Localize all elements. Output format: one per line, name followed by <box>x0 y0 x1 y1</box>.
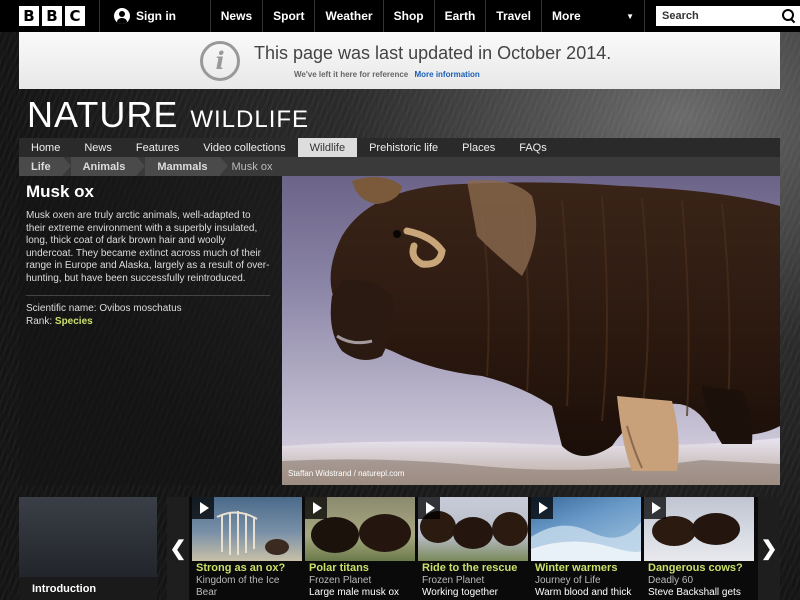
video-card[interactable]: Strong as an ox? Kingdom of the Ice Bear <box>192 497 302 600</box>
info-icon: i <box>200 40 240 81</box>
nav-more-dropdown[interactable]: More ▼ <box>542 0 645 32</box>
tab-features[interactable]: Features <box>124 138 191 157</box>
introduction-card[interactable]: Introduction <box>19 497 157 600</box>
notice-subtext: We've left it here for reference More in… <box>294 70 611 79</box>
video-card[interactable]: Winter warmers Journey of Life Warm bloo… <box>531 497 641 600</box>
tab-prehistoric-life[interactable]: Prehistoric life <box>357 138 450 157</box>
introduction-thumbnail <box>19 497 157 577</box>
breadcrumb-mammals[interactable]: Mammals <box>145 157 228 176</box>
play-icon <box>644 497 666 519</box>
breadcrumb-current: Musk ox <box>231 160 273 173</box>
nav-travel[interactable]: Travel <box>486 0 542 32</box>
rank-link[interactable]: Species <box>55 316 93 327</box>
tab-wildlife[interactable]: Wildlife <box>297 138 358 157</box>
video-title: Polar titans <box>309 562 369 574</box>
hero-image-musk-ox: Staffan Widstrand / naturepl.com <box>282 176 780 485</box>
video-programme: Kingdom of the Ice Bear <box>196 575 280 598</box>
video-description: Steve Backshall gets <box>648 587 741 598</box>
rank-label: Rank: <box>26 316 53 327</box>
nav-shop[interactable]: Shop <box>384 0 435 32</box>
video-programme: Frozen Planet <box>422 575 485 586</box>
more-label: More <box>552 9 581 23</box>
logo-letter: C <box>65 6 85 26</box>
nav-earth[interactable]: Earth <box>435 0 487 32</box>
signin-button[interactable]: Sign in <box>99 0 211 32</box>
search-input[interactable] <box>662 10 782 22</box>
video-title: Dangerous cows? <box>648 562 743 574</box>
scientific-name-row: Scientific name: Ovibos moschatus <box>26 302 282 315</box>
signin-label: Sign in <box>136 9 176 23</box>
search-icon[interactable] <box>782 9 796 23</box>
tab-faqs[interactable]: FAQs <box>507 138 559 157</box>
caret-down-icon: ▼ <box>626 11 634 21</box>
carousel-next-button[interactable]: ❯ <box>758 497 780 600</box>
video-title: Ride to the rescue <box>422 562 518 574</box>
tab-news[interactable]: News <box>72 138 124 157</box>
scientific-name: Ovibos moschatus <box>99 303 182 314</box>
bbc-masthead: B B C Sign in News Sport Weather Shop Ea… <box>0 0 800 32</box>
chevron-left-icon: ❮ <box>169 538 187 560</box>
video-description: Working together <box>422 587 498 598</box>
notice-subtext-label: We've left it here for reference <box>294 69 409 79</box>
play-icon <box>192 497 214 519</box>
photo-credit: Staffan Widstrand / naturepl.com <box>288 469 405 478</box>
video-programme: Frozen Planet <box>309 575 372 586</box>
species-title: Musk ox <box>26 182 95 201</box>
nav-sport[interactable]: Sport <box>263 0 316 32</box>
archive-notice: i This page was last updated in October … <box>19 32 780 89</box>
breadcrumb-life[interactable]: Life <box>19 157 71 176</box>
introduction-label: Introduction <box>32 583 97 595</box>
video-title: Winter warmers <box>535 562 618 574</box>
site-title-wildlife: WILDLIFE <box>190 106 310 133</box>
bbc-logo[interactable]: B B C <box>19 6 85 26</box>
video-title: Strong as an ox? <box>196 562 286 574</box>
video-description: Warm blood and thick <box>535 587 632 598</box>
video-description: Large male musk ox <box>309 587 400 598</box>
notice-title: This page was last updated in October 20… <box>254 42 612 63</box>
video-card[interactable]: Ride to the rescue Frozen Planet Working… <box>418 497 528 600</box>
site-title-nature: NATURE <box>27 94 179 135</box>
search-box <box>656 6 800 26</box>
nav-weather[interactable]: Weather <box>315 0 384 32</box>
breadcrumb: Life Animals Mammals Musk ox <box>19 157 780 176</box>
carousel-prev-button[interactable]: ❮ <box>167 497 189 600</box>
video-card[interactable]: Polar titans Frozen Planet Large male mu… <box>305 497 415 600</box>
musk-ox-illustration <box>282 177 780 485</box>
play-icon <box>305 497 327 519</box>
video-card[interactable]: Dangerous cows? Deadly 60 Steve Backshal… <box>644 497 754 600</box>
species-meta: Scientific name: Ovibos moschatus Rank: … <box>26 302 282 328</box>
divider <box>26 295 270 296</box>
tab-video-collections[interactable]: Video collections <box>191 138 297 157</box>
tab-home[interactable]: Home <box>19 138 72 157</box>
play-icon <box>531 497 553 519</box>
play-icon <box>418 497 440 519</box>
site-title[interactable]: NATURE WILDLIFE <box>27 94 309 136</box>
logo-letter: B <box>19 6 39 26</box>
more-information-link[interactable]: More information <box>414 70 479 79</box>
species-info-panel: Musk ox Musk oxen are truly arctic anima… <box>19 176 282 485</box>
breadcrumb-animals[interactable]: Animals <box>70 157 146 176</box>
video-programme: Journey of Life <box>535 575 601 586</box>
section-nav: Home News Features Video collections Wil… <box>19 138 780 157</box>
logo-letter: B <box>42 6 62 26</box>
tab-places[interactable]: Places <box>450 138 507 157</box>
video-programme: Deadly 60 <box>648 575 694 586</box>
user-icon <box>114 8 130 24</box>
rank-row: Rank: Species <box>26 315 282 328</box>
chevron-right-icon: ❯ <box>760 538 778 560</box>
global-nav: News Sport Weather Shop Earth Travel Mor… <box>211 0 645 32</box>
scientific-name-label: Scientific name: <box>26 303 97 314</box>
nav-news[interactable]: News <box>211 0 264 32</box>
video-carousel: ❮ Strong as an ox? Kingdom of the Ice Be… <box>167 497 780 600</box>
species-description: Musk oxen are truly arctic animals, well… <box>26 210 270 284</box>
